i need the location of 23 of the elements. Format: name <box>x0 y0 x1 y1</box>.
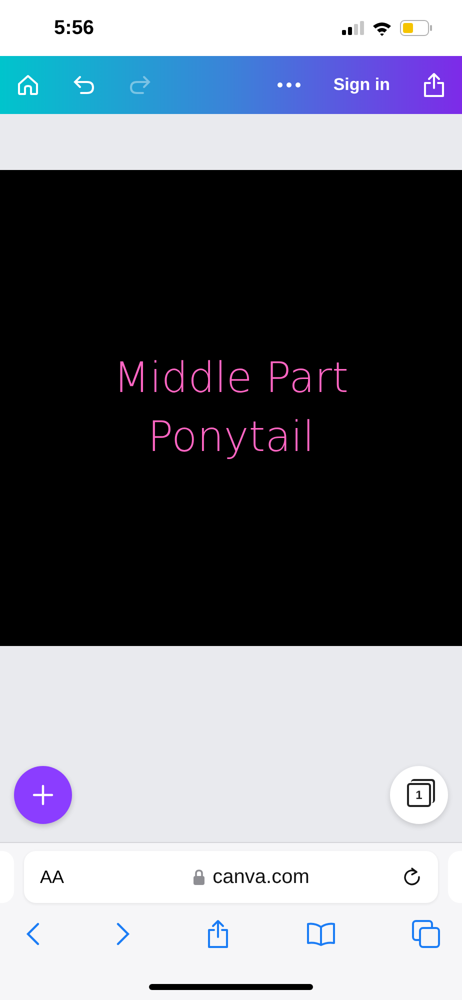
status-time: 5:56 <box>54 16 94 40</box>
forward-icon[interactable] <box>116 922 130 946</box>
bookmarks-icon[interactable] <box>306 922 336 946</box>
share-icon <box>422 72 446 98</box>
signal-icon <box>342 21 364 35</box>
share-icon[interactable] <box>206 919 230 949</box>
design-canvas[interactable]: Middle Part Ponytail <box>0 170 462 646</box>
battery-icon <box>400 20 432 36</box>
address-bar[interactable]: AA canva.com <box>24 851 438 903</box>
sign-in-button[interactable]: Sign in <box>327 69 396 101</box>
reload-icon[interactable] <box>402 867 422 887</box>
pages-button[interactable]: 1 <box>390 766 448 824</box>
wifi-icon <box>372 20 392 36</box>
home-icon <box>16 73 40 97</box>
lock-icon <box>192 869 205 885</box>
redo-icon <box>128 73 152 97</box>
plus-icon <box>32 784 54 806</box>
add-button[interactable] <box>14 766 72 824</box>
back-icon[interactable] <box>26 922 40 946</box>
undo-icon <box>72 73 96 97</box>
tabs-icon[interactable] <box>412 920 440 948</box>
design-title: Middle Part Ponytail <box>114 352 348 463</box>
more-icon <box>277 82 302 88</box>
